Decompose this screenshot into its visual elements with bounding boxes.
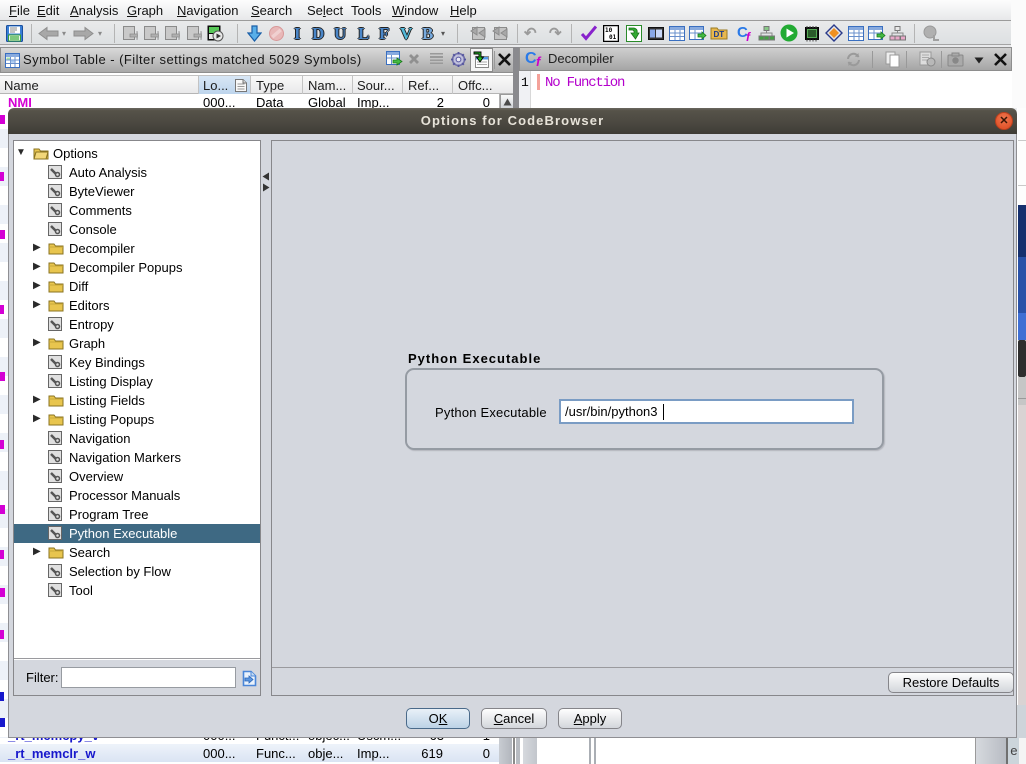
svg-text:10: 10 (605, 27, 613, 34)
svg-text:01: 01 (609, 34, 617, 41)
svg-text:DT: DT (714, 30, 725, 39)
